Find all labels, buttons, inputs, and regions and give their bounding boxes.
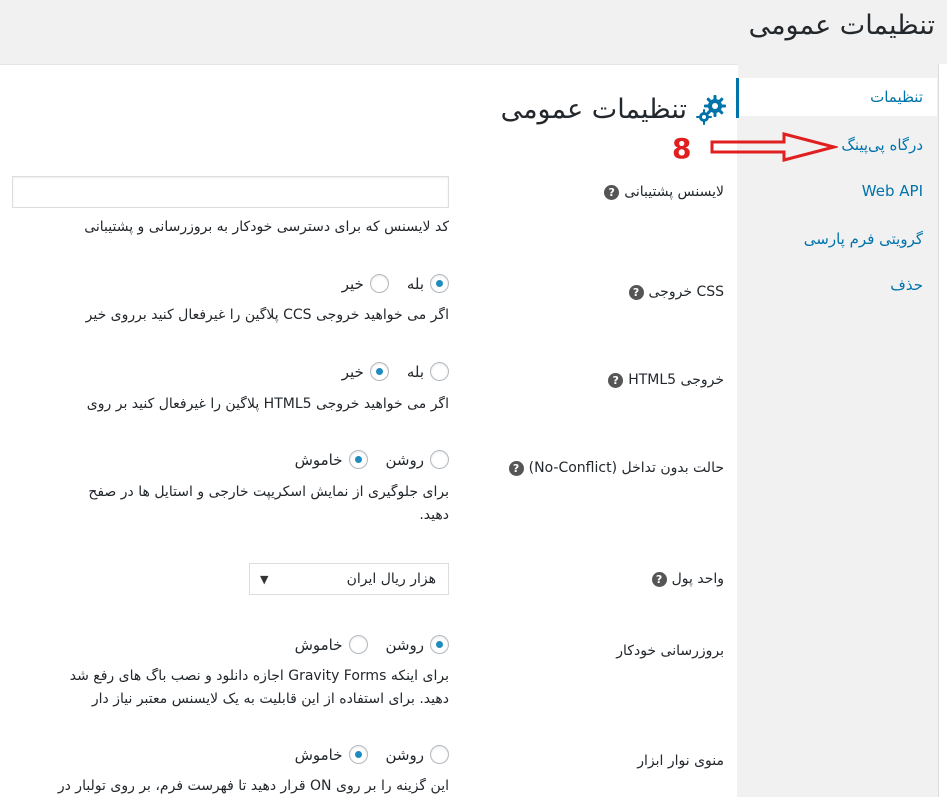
currency-label: واحد پول ? bbox=[651, 571, 724, 587]
help-icon[interactable]: ? bbox=[651, 571, 667, 587]
currency-label-text: واحد پول bbox=[671, 571, 724, 587]
no-conflict-description-line1: برای جلوگیری از نمایش اسکریپت خارجی و اس… bbox=[88, 484, 449, 500]
nav-item-web-api[interactable]: Web API bbox=[737, 172, 937, 210]
toolbar-menu-label: منوی نوار ابزار bbox=[637, 753, 724, 769]
css-output-label: CSS خروجی ? bbox=[628, 284, 724, 300]
html5-output-yes-label: بله bbox=[406, 362, 424, 381]
panel-title: تنظیمات عمومی bbox=[501, 92, 729, 126]
css-output-description: اگر می خواهید خروجی CCS پلاگین را غیرفعا… bbox=[85, 307, 449, 323]
css-output-no-radio[interactable] bbox=[369, 274, 389, 293]
no-conflict-label: حالت بدون تداخل (No-Conflict) ? bbox=[508, 460, 724, 476]
currency-select[interactable]: هزار ریال ایران ▼ bbox=[249, 563, 449, 595]
html5-output-no-radio[interactable] bbox=[369, 362, 389, 381]
auto-update-off-radio[interactable] bbox=[348, 635, 368, 654]
page-heading: تنظیمات عمومی bbox=[748, 10, 935, 41]
auto-update-description-line1: برای اینکه Gravity Forms اجازه دانلود و … bbox=[69, 668, 449, 684]
license-label-text: لایسنس پشتیبانی bbox=[624, 184, 724, 200]
no-conflict-off-label: خاموش bbox=[294, 450, 343, 469]
settings-sidebar: تنظیمات درگاه پی‌پینگ Web API گرویتی فرم… bbox=[737, 78, 937, 797]
toolbar-menu-description: این گزینه را بر روی ON قرار دهید تا فهرس… bbox=[57, 778, 449, 794]
no-conflict-off-radio[interactable] bbox=[348, 450, 368, 469]
help-icon[interactable]: ? bbox=[508, 460, 524, 476]
currency-selected-value: هزار ریال ایران bbox=[346, 571, 436, 587]
settings-panel bbox=[0, 64, 738, 797]
auto-update-off-label: خاموش bbox=[294, 635, 343, 654]
auto-update-label-text: بروزرسانی خودکار bbox=[616, 643, 724, 659]
auto-update-on-radio[interactable] bbox=[430, 635, 449, 654]
nav-active-indicator bbox=[736, 78, 739, 118]
html5-output-label: خروجی HTML5 ? bbox=[608, 372, 724, 388]
html5-output-yes-radio[interactable] bbox=[430, 362, 449, 381]
html5-output-description: اگر می خواهید خروجی HTML5 پلاگین را غیرف… bbox=[86, 396, 449, 412]
auto-update-label: بروزرسانی خودکار bbox=[616, 643, 724, 659]
license-label: لایسنس پشتیبانی ? bbox=[604, 184, 724, 200]
toolbar-menu-label-text: منوی نوار ابزار bbox=[637, 753, 724, 769]
help-icon[interactable]: ? bbox=[608, 372, 624, 388]
no-conflict-radio-group: روشن خاموش bbox=[295, 450, 449, 469]
toolbar-menu-off-label: خاموش bbox=[294, 745, 343, 764]
help-icon[interactable]: ? bbox=[604, 184, 620, 200]
css-output-no-label: خیر bbox=[341, 274, 364, 293]
no-conflict-on-label: روشن bbox=[385, 450, 424, 469]
annotation-number: 8 bbox=[672, 132, 692, 165]
auto-update-on-label: روشن bbox=[385, 635, 424, 654]
nav-item-uninstall[interactable]: حذف bbox=[737, 266, 937, 304]
toolbar-menu-on-radio[interactable] bbox=[430, 745, 449, 764]
license-key-input[interactable] bbox=[12, 176, 449, 208]
toolbar-menu-on-label: روشن bbox=[385, 745, 424, 764]
nav-item-settings[interactable]: تنظیمات bbox=[737, 78, 937, 116]
panel-edge bbox=[938, 64, 947, 797]
nav-item-gravity-persian[interactable]: گرویتی فرم پارسی bbox=[737, 220, 937, 258]
annotation-arrow-icon bbox=[710, 132, 838, 162]
html5-output-radio-group: بله خیر bbox=[342, 362, 449, 381]
css-output-radio-group: بله خیر bbox=[342, 274, 449, 293]
gears-icon bbox=[696, 95, 726, 125]
css-output-yes-label: بله bbox=[406, 274, 424, 293]
toolbar-menu-off-radio[interactable] bbox=[348, 745, 368, 764]
no-conflict-on-radio[interactable] bbox=[430, 450, 449, 469]
dropdown-arrow-icon: ▼ bbox=[260, 572, 269, 586]
auto-update-description-line2: دهید. برای استفاده از این قابلیت به یک ل… bbox=[91, 691, 449, 707]
css-output-label-text: CSS خروجی bbox=[648, 284, 724, 300]
help-icon[interactable]: ? bbox=[628, 284, 644, 300]
html5-output-label-text: خروجی HTML5 bbox=[628, 372, 724, 388]
toolbar-menu-radio-group: روشن خاموش bbox=[295, 745, 449, 764]
no-conflict-label-text: حالت بدون تداخل (No-Conflict) bbox=[528, 460, 724, 476]
html5-output-no-label: خیر bbox=[341, 362, 364, 381]
panel-title-text: تنظیمات عمومی bbox=[500, 93, 687, 125]
license-description: کد لایسنس که برای دسترسی خودکار به بروزر… bbox=[84, 219, 449, 235]
no-conflict-description-line2: دهید. bbox=[419, 507, 449, 523]
css-output-yes-radio[interactable] bbox=[430, 274, 449, 293]
auto-update-radio-group: روشن خاموش bbox=[295, 635, 449, 654]
